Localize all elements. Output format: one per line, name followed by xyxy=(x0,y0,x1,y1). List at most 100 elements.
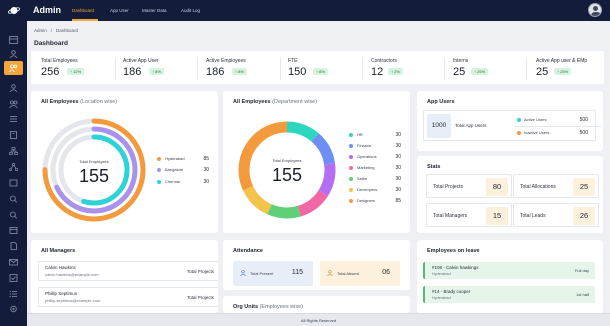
stat-label: Active Employees xyxy=(206,58,246,64)
donut-center-value: 155 xyxy=(271,165,303,185)
planet-logo-icon xyxy=(8,7,20,14)
total-app-users-value: 1000 xyxy=(427,114,451,138)
sidebar xyxy=(0,21,27,326)
app-title: Admin xyxy=(33,5,61,15)
nav-active-indicator xyxy=(72,19,98,21)
calendar-icon[interactable] xyxy=(9,226,18,234)
legend-dot xyxy=(517,130,521,135)
person-icon[interactable] xyxy=(9,84,18,92)
stat-value: 186 xyxy=(123,66,142,78)
projects-label: Total Projects xyxy=(186,269,214,274)
list-check-icon[interactable] xyxy=(9,290,18,298)
absent-label: Total Absent xyxy=(337,271,359,276)
stat-label: Active App user & EMp xyxy=(536,58,588,64)
group-icon[interactable] xyxy=(9,100,18,108)
attendance-card: Attendance Total Present 115 Total Absen… xyxy=(223,240,410,290)
divider xyxy=(280,58,281,80)
stat-badge: ↑ 8% xyxy=(232,68,247,75)
legend-finance: Finance xyxy=(349,143,371,148)
legend-dot xyxy=(349,154,353,159)
list-icon[interactable] xyxy=(9,115,18,123)
stat-total-leads: Total Leads 26 xyxy=(513,203,599,227)
stat-value: 12 xyxy=(371,66,384,78)
divider xyxy=(362,58,363,80)
donut-center-label: Total Employees xyxy=(79,159,109,164)
breadcrumb-root[interactable]: Admin xyxy=(34,28,47,33)
stat-value: 25 xyxy=(536,66,549,78)
nav-dashboard[interactable]: Dashboard xyxy=(72,8,94,13)
legend-value: 30 xyxy=(395,143,401,149)
breadcrumb-current: Dashboard xyxy=(56,28,79,33)
leave-location: Hyderabad xyxy=(432,272,451,276)
divider xyxy=(197,58,198,80)
top-bar: Admin Dashboard App User Master Data Aud… xyxy=(0,0,610,21)
hierarchy-icon[interactable] xyxy=(9,147,18,155)
box-icon[interactable] xyxy=(9,179,18,187)
user-icon xyxy=(327,270,333,276)
breadcrumb-separator: / xyxy=(50,28,53,33)
building-icon[interactable] xyxy=(9,131,18,139)
leave-location: Hyderabad xyxy=(432,296,451,300)
stat-badge: ↑ 25% xyxy=(554,68,572,75)
absent-value: 06 xyxy=(382,269,390,276)
manager-row[interactable]: Calvin Hawkins calvin.hawkins@example.co… xyxy=(38,261,218,281)
card-title: Attendance xyxy=(233,248,263,254)
stat-label: FTE xyxy=(288,58,298,64)
stat-total-allocations: Total Allocations 25 xyxy=(513,174,599,198)
divider xyxy=(514,126,601,127)
manager-row[interactable]: Phillip Septimus phillip.septimus@exampl… xyxy=(38,287,218,307)
users-icon[interactable] xyxy=(4,61,23,75)
legend-designers: Designers xyxy=(349,198,375,203)
leave-row[interactable]: #108 - Calvin hawkings Hyderabad Full da… xyxy=(423,262,595,279)
dashboard-icon[interactable] xyxy=(9,36,18,44)
app-users-card: App Users 1000 Total App Users Active Us… xyxy=(417,91,603,151)
stat-label: Active App User xyxy=(123,58,159,64)
legend-bangalore: Bangalore xyxy=(157,167,183,172)
nav-app-user[interactable]: App User xyxy=(110,8,129,13)
legend-hyderabad: Hyderabad xyxy=(157,156,185,161)
user-avatar[interactable] xyxy=(588,3,602,17)
legend-dot xyxy=(349,198,353,203)
mail-icon[interactable] xyxy=(9,258,18,266)
legend-value: 85 xyxy=(395,198,401,204)
stats-card: Stats Total Projects 80 Total Allocations… xyxy=(417,156,603,233)
legend-hr: HR xyxy=(349,132,363,137)
nav-audit-log[interactable]: Audit Log xyxy=(181,8,200,13)
nav-master-data[interactable]: Master Data xyxy=(142,8,167,13)
settings-icon[interactable] xyxy=(9,305,18,313)
task-icon[interactable] xyxy=(9,274,18,282)
total-present-box: Total Present 115 xyxy=(233,261,313,286)
legend-dot xyxy=(349,132,353,137)
divider xyxy=(526,58,527,80)
search-list-icon[interactable] xyxy=(9,211,18,219)
document-icon[interactable] xyxy=(9,242,18,250)
card-title: Org Units (Employees wise) xyxy=(233,304,303,310)
donut-center-value: 155 xyxy=(78,166,110,186)
legend-dot xyxy=(349,176,353,181)
legend-dot xyxy=(157,167,161,172)
legend-value: 30 xyxy=(395,165,401,171)
donut-center-label: Total Employees xyxy=(272,158,302,163)
card-title: All Employees (Location wise) xyxy=(41,99,118,105)
department-card: All Employees (Department wise) Total Em… xyxy=(223,91,410,233)
search-icon[interactable] xyxy=(9,195,18,203)
leave-row[interactable]: #14 - Brady cooper Hyderabad 1st half xyxy=(423,286,595,303)
network-icon[interactable] xyxy=(9,163,18,171)
total-absent-box: Total Absent 06 xyxy=(320,261,400,286)
stats-strip: Total Employees 256 ↑ 12% Active App Use… xyxy=(31,51,604,84)
present-value: 115 xyxy=(291,269,303,276)
manager-name: Phillip Septimus xyxy=(45,291,78,296)
leave-duration: 1st half xyxy=(576,292,589,297)
stat-badge: ↑ 12% xyxy=(67,68,85,75)
legend-value: 85 xyxy=(203,156,209,162)
user-icon[interactable] xyxy=(9,50,18,58)
legend-value: 30 xyxy=(203,179,209,185)
stat-total-projects: Total Projects 80 xyxy=(426,174,512,198)
app-users-box: 1000 Total App Users Active Users 500 In… xyxy=(423,110,601,141)
managers-card: All Managers Calvin Hawkins calvin.hawki… xyxy=(31,240,218,313)
total-app-users-label: Total App Users xyxy=(455,123,487,128)
legend-dot xyxy=(349,143,353,148)
stat-value: 256 xyxy=(41,66,60,78)
active-users-value: 500 xyxy=(579,117,588,123)
leave-card: Employees on leave #108 - Calvin hawking… xyxy=(417,240,603,313)
